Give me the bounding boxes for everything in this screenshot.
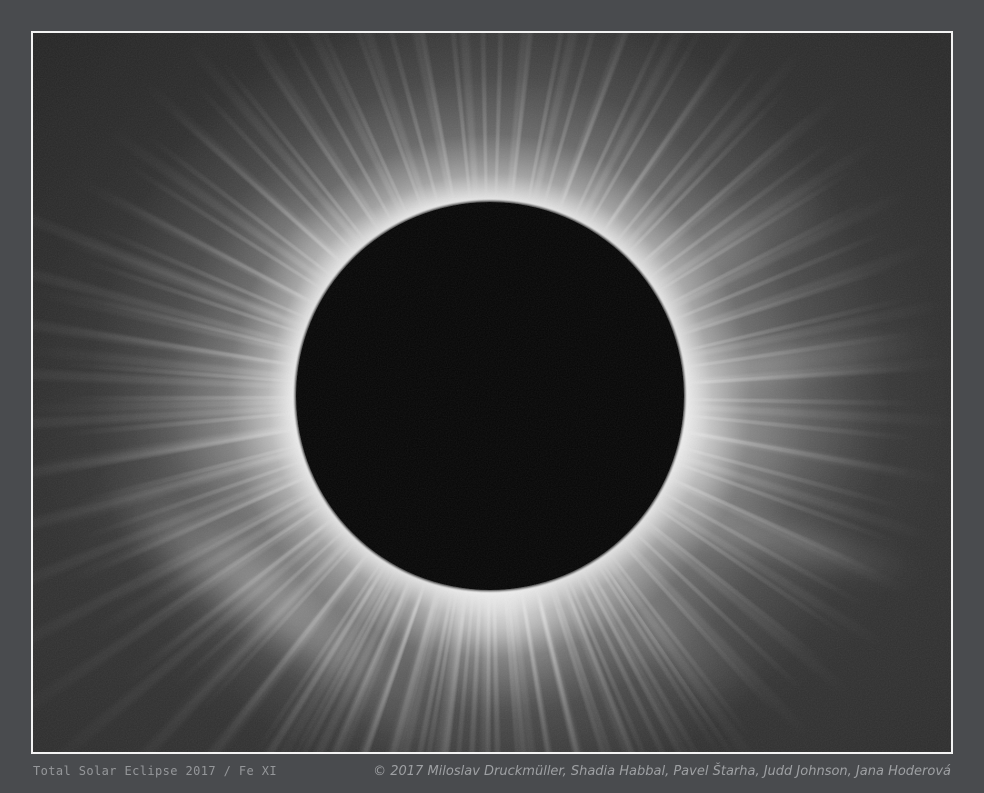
caption-credit: © 2017 Miloslav Druckmüller, Shadia Habb…: [373, 764, 951, 779]
vignette: [33, 33, 951, 752]
page: { "captions": { "left": "Total Solar Ecl…: [0, 0, 984, 793]
caption-row: Total Solar Eclipse 2017 / Fe XI © 2017 …: [33, 757, 951, 785]
caption-title: Total Solar Eclipse 2017 / Fe XI: [33, 764, 277, 778]
photo-frame: [31, 31, 953, 754]
eclipse-photo: [33, 33, 951, 752]
